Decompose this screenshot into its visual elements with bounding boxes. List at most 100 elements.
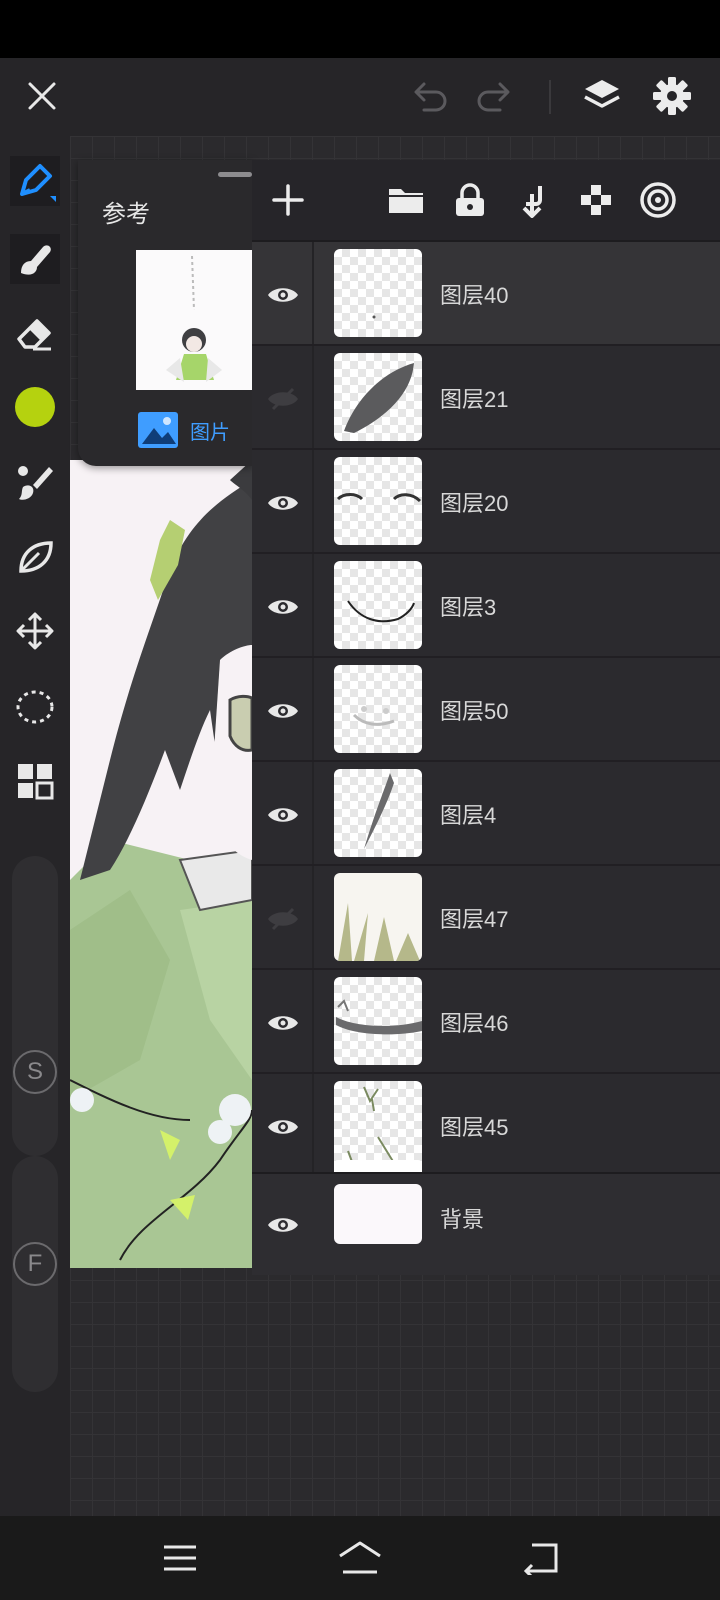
settings-button[interactable] — [648, 72, 696, 120]
layer-row[interactable]: 图层20 — [252, 450, 720, 554]
tool-lasso[interactable] — [10, 682, 60, 732]
plus-icon — [272, 184, 304, 216]
visibility-toggle[interactable] — [260, 688, 306, 734]
f-button[interactable]: F — [13, 1242, 57, 1286]
redo-button[interactable] — [470, 72, 518, 120]
column-divider — [312, 242, 314, 344]
visibility-toggle[interactable] — [260, 1000, 306, 1046]
brush-icon — [18, 466, 53, 500]
layer-name: 图层21 — [440, 387, 509, 412]
reference-image-label: 图片 — [190, 421, 230, 444]
eye-icon — [268, 808, 298, 822]
layer-row[interactable]: 图层4 — [252, 762, 720, 866]
layers-panel: 图层40 图层21 图层20 图层3 图层50 图层4 图层47 图层46 图层… — [252, 160, 720, 1275]
column-divider — [312, 658, 314, 760]
redo-icon — [477, 82, 510, 112]
close-icon — [28, 82, 56, 110]
leaf-icon — [19, 541, 53, 573]
layer-thumbnail — [334, 1081, 422, 1169]
home-icon — [339, 1541, 381, 1574]
visibility-toggle[interactable] — [260, 584, 306, 630]
grid-icon — [18, 764, 54, 800]
tool-move[interactable] — [10, 606, 60, 656]
layer-name: 图层50 — [440, 699, 509, 724]
color-picker-button[interactable] — [10, 382, 60, 432]
lock-layer-button[interactable] — [448, 178, 492, 222]
column-divider — [312, 762, 314, 864]
layer-name: 图层4 — [440, 803, 497, 828]
reference-panel-handle[interactable] — [218, 172, 252, 177]
undo-icon — [414, 82, 447, 112]
eye-icon — [268, 496, 298, 510]
layer-row[interactable]: 图层45 — [252, 1074, 720, 1178]
layers-icon — [584, 80, 620, 108]
layers-button[interactable] — [578, 72, 626, 120]
smudge-icon — [21, 245, 51, 275]
eye-icon — [268, 288, 298, 302]
visibility-toggle[interactable] — [260, 480, 306, 526]
back-icon — [523, 1543, 558, 1575]
layer-row[interactable]: 图层40 — [252, 242, 720, 346]
visibility-toggle[interactable] — [260, 896, 306, 942]
folder-icon — [389, 189, 423, 213]
layer-thumbnail — [334, 769, 422, 857]
layer-row[interactable]: 图层46 — [252, 970, 720, 1074]
left-tool-rail: S F — [0, 136, 70, 1516]
move-icon — [16, 612, 54, 650]
eye-hidden-icon — [268, 907, 298, 931]
layer-thumbnail — [334, 561, 422, 649]
visibility-toggle[interactable] — [260, 376, 306, 422]
transparency-button[interactable] — [574, 178, 618, 222]
nav-menu-button[interactable] — [156, 1534, 204, 1582]
reference-panel: 参考 图片 — [78, 160, 253, 466]
layer-row[interactable]: 图层50 — [252, 658, 720, 762]
reference-image-button[interactable]: 图片 — [136, 400, 253, 460]
reference-image[interactable] — [136, 250, 253, 390]
reference-layer-button[interactable] — [636, 178, 680, 222]
undo-button[interactable] — [406, 72, 454, 120]
toolbar-divider — [549, 80, 551, 114]
s-button[interactable]: S — [13, 1050, 57, 1094]
eraser-icon — [17, 319, 51, 351]
visibility-toggle[interactable] — [260, 792, 306, 838]
reference-panel-title: 参考 — [102, 201, 150, 228]
visibility-toggle[interactable] — [260, 1202, 306, 1248]
column-divider — [312, 450, 314, 552]
eye-icon — [268, 1120, 298, 1134]
brush-size-slider[interactable] — [12, 856, 58, 1156]
character-artwork — [70, 460, 252, 1268]
nav-home-button[interactable] — [336, 1534, 384, 1582]
column-divider — [312, 1074, 314, 1176]
layers-toolbar — [252, 160, 720, 240]
layer-name: 图层46 — [440, 1011, 509, 1036]
current-color-swatch — [15, 387, 55, 427]
artwork-canvas[interactable] — [70, 460, 252, 1268]
add-layer-button[interactable] — [266, 178, 310, 222]
eye-hidden-icon — [268, 387, 298, 411]
merge-down-icon — [522, 186, 542, 218]
layer-thumbnail — [334, 249, 422, 337]
tool-smudge[interactable] — [10, 234, 60, 284]
background-thumbnail — [334, 1184, 422, 1244]
layer-row[interactable]: 图层47 — [252, 866, 720, 970]
nav-back-button[interactable] — [516, 1534, 564, 1582]
tool-leaf[interactable] — [10, 532, 60, 582]
background-layer-row[interactable]: 背景 — [252, 1172, 720, 1275]
tool-grid[interactable] — [10, 756, 60, 806]
menu-icon — [164, 1545, 196, 1571]
tool-eraser[interactable] — [10, 308, 60, 358]
column-divider — [312, 970, 314, 1072]
layer-row[interactable]: 图层3 — [252, 554, 720, 658]
add-folder-button[interactable] — [384, 178, 428, 222]
merge-down-button[interactable] — [510, 178, 554, 222]
layer-name: 图层20 — [440, 491, 509, 516]
lasso-icon — [16, 690, 54, 724]
tool-pen[interactable] — [10, 156, 60, 206]
layer-name: 图层47 — [440, 907, 509, 932]
visibility-toggle[interactable] — [260, 1104, 306, 1150]
gear-icon — [653, 77, 691, 115]
tool-brush[interactable] — [10, 458, 60, 508]
close-button[interactable] — [18, 72, 66, 120]
layer-row[interactable]: 图层21 — [252, 346, 720, 450]
visibility-toggle[interactable] — [260, 272, 306, 318]
